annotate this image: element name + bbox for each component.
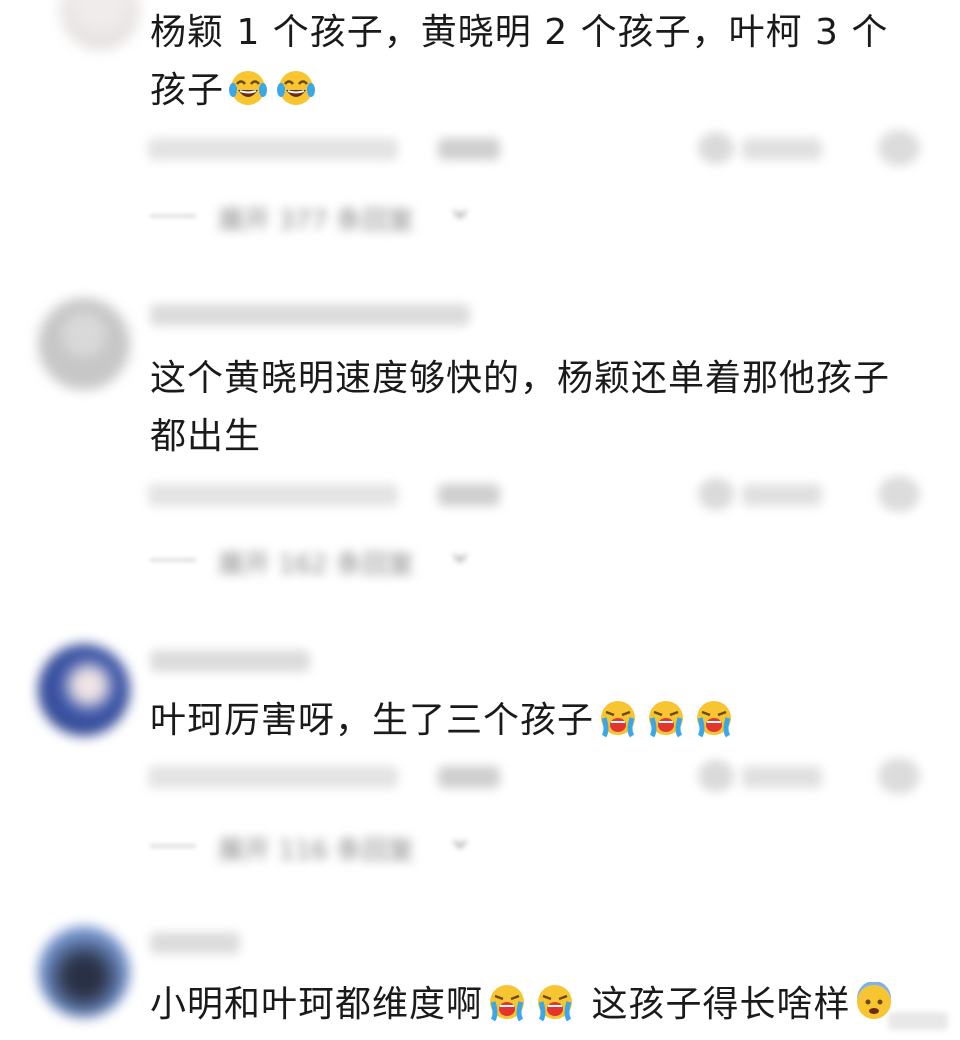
comment-date (148, 484, 398, 506)
expand-replies-label: 展开 162 条回复 (218, 550, 415, 580)
comment-text: 小明和叶珂都维度啊 这孩子得长啥样 (150, 976, 910, 1034)
comment-1: 杨颖 1 个孩子，黄晓明 2 个孩子，叶柯 3 个孩子 展开 377 条回复 (0, 0, 960, 280)
dislike-icon[interactable] (878, 130, 920, 166)
like-count (742, 138, 822, 160)
comment-text-content-2: 这孩子得长啥样 (591, 984, 851, 1025)
heart-icon[interactable] (698, 478, 734, 510)
divider (150, 214, 196, 218)
comment-text-content: 小明和叶珂都维度啊 (150, 984, 484, 1025)
reply-button[interactable] (438, 484, 500, 506)
loudly-crying-emoji (649, 701, 684, 738)
expand-replies-label: 展开 116 条回复 (218, 836, 415, 866)
dislike-icon[interactable] (878, 476, 920, 512)
comment-meta (148, 130, 928, 170)
watermark (888, 1012, 948, 1030)
username[interactable] (150, 932, 240, 954)
chevron-down-icon (453, 210, 467, 219)
like-count (742, 766, 822, 788)
comment-text: 杨颖 1 个孩子，黄晓明 2 个孩子，叶柯 3 个孩子 (150, 4, 910, 120)
username[interactable] (150, 304, 470, 326)
comment-4: 小明和叶珂都维度啊 这孩子得长啥样 (0, 918, 960, 1040)
loudly-crying-emoji (538, 985, 573, 1022)
loudly-crying-emoji (697, 701, 732, 738)
comment-text: 这个黄晓明速度够快的，杨颖还单着那他孩子都出生 (150, 350, 910, 466)
expand-replies[interactable]: 展开 162 条回复 (150, 540, 510, 580)
expand-replies[interactable]: 展开 116 条回复 (150, 826, 510, 866)
comment-text: 叶珂厉害呀，生了三个孩子 (150, 692, 910, 750)
expand-replies[interactable]: 展开 377 条回复 (150, 196, 510, 236)
avatar[interactable] (60, 0, 140, 50)
divider (150, 558, 196, 562)
laughing-tears-emoji (229, 71, 268, 105)
dislike-icon[interactable] (878, 758, 920, 794)
laughing-tears-emoji (277, 71, 316, 105)
comment-text-content: 叶珂厉害呀，生了三个孩子 (150, 700, 595, 741)
reply-button[interactable] (438, 138, 500, 160)
avatar[interactable] (38, 298, 130, 390)
heart-icon[interactable] (698, 132, 734, 164)
comment-date (148, 766, 398, 788)
loudly-crying-emoji (601, 701, 636, 738)
comment-date (148, 138, 398, 160)
chevron-down-icon (453, 554, 467, 563)
comment-meta (148, 476, 928, 516)
comment-2: 这个黄晓明速度够快的，杨颖还单着那他孩子都出生 展开 162 条回复 (0, 290, 960, 610)
avatar[interactable] (38, 644, 130, 736)
like-count (742, 484, 822, 506)
reply-button[interactable] (438, 766, 500, 788)
chevron-down-icon (453, 840, 467, 849)
comment-3: 叶珂厉害呀，生了三个孩子 展开 116 条回复 (0, 636, 960, 896)
username[interactable] (150, 650, 310, 672)
divider (150, 844, 196, 848)
comment-text-content: 这个黄晓明速度够快的，杨颖还单着那他孩子都出生 (150, 358, 891, 457)
expand-replies-label: 展开 377 条回复 (218, 206, 415, 236)
avatar[interactable] (38, 926, 130, 1018)
loudly-crying-emoji (490, 985, 525, 1022)
comment-meta (148, 758, 928, 798)
heart-icon[interactable] (698, 760, 734, 792)
